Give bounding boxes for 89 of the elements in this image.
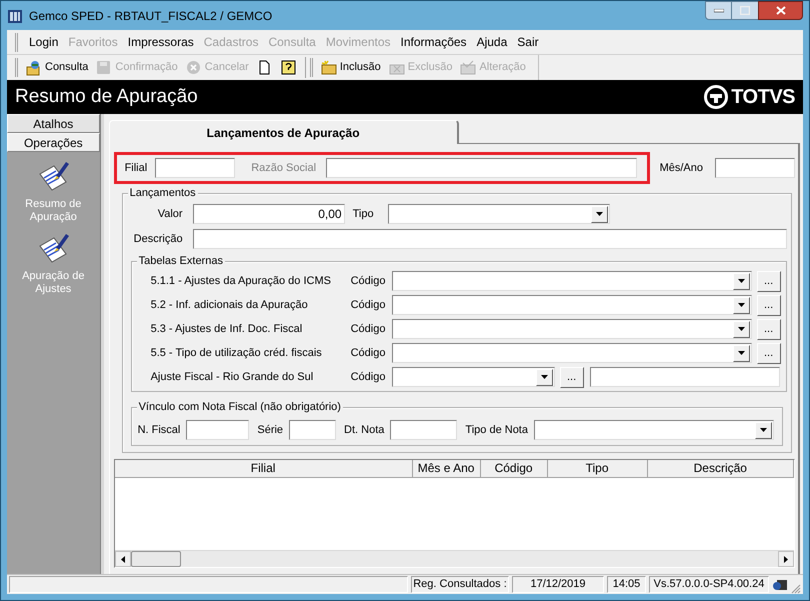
column-header[interactable]: Descrição <box>648 460 794 477</box>
globe-folder-icon <box>26 60 42 76</box>
field-label: N. Fiscal <box>138 422 180 438</box>
ellipsis-button[interactable]: ... <box>756 270 781 292</box>
text-field[interactable] <box>715 158 795 178</box>
sidebar-tab[interactable]: Atalhos <box>7 114 100 133</box>
status-field: Vs.57.0.0.0-SP4.00.24 <box>649 576 769 593</box>
text-field[interactable] <box>186 420 250 440</box>
field-label: Código <box>350 298 386 313</box>
text-field[interactable] <box>155 158 236 178</box>
dropdown-field[interactable] <box>388 204 610 224</box>
field-label: Razão Social <box>251 160 316 176</box>
folder-check-icon <box>460 60 476 76</box>
close-icon <box>776 6 786 15</box>
ellipsis-button[interactable]: ... <box>756 318 781 340</box>
column-header[interactable]: Filial <box>114 460 413 477</box>
menu-item[interactable]: Sair <box>512 33 544 51</box>
field-label: Tipo <box>352 206 374 222</box>
logo-icon <box>704 85 728 109</box>
field-label: Valor <box>156 206 183 222</box>
field-label: Filial <box>124 160 148 176</box>
dropdown-arrow-icon <box>738 279 745 283</box>
menu-item[interactable]: Informações <box>396 33 472 51</box>
dropdown-arrow-icon <box>738 351 745 355</box>
close-button[interactable] <box>758 1 803 20</box>
field-label: Descrição <box>132 232 183 247</box>
dropdown-field[interactable] <box>392 319 752 339</box>
text-field[interactable] <box>192 229 787 249</box>
minimize-button[interactable] <box>705 1 732 20</box>
field-label: Código <box>350 274 386 289</box>
help-icon <box>280 60 297 76</box>
toolbar-button[interactable]: Consulta <box>22 56 92 78</box>
text-field[interactable] <box>390 420 458 440</box>
ellipsis-button[interactable]: ... <box>560 366 584 388</box>
field-label: 5.3 - Ajustes de Inf. Doc. Fiscal <box>150 322 304 337</box>
amount-field[interactable]: 0,00 <box>192 204 345 224</box>
group-label: Vínculo com Nota Fiscal (não obrigatório) <box>136 400 343 414</box>
field-label: 5.1.1 - Ajustes da Apuração do ICMS <box>150 274 332 289</box>
field-label: Série <box>257 422 284 438</box>
ellipsis-button[interactable]: ... <box>756 294 781 316</box>
column-header[interactable]: Código <box>480 460 548 477</box>
status-field: 17/12/2019 <box>512 576 604 593</box>
tab[interactable]: Lançamentos de Apuração <box>108 120 459 144</box>
dropdown-arrow-icon <box>738 327 745 331</box>
field-label: 5.2 - Inf. adicionais da Apuração <box>150 298 309 313</box>
dropdown-field[interactable] <box>392 295 752 315</box>
left-arrow-icon <box>120 556 125 562</box>
dropdown-arrow-icon <box>540 375 548 379</box>
logo-text: TOTVS <box>731 85 795 110</box>
sidebar-tab[interactable]: Operações <box>7 133 100 152</box>
field-label: Código <box>350 322 386 337</box>
horizontal-scrollbar[interactable] <box>114 550 794 567</box>
app-icon <box>7 8 23 24</box>
menu-item[interactable]: Login <box>24 33 64 51</box>
dropdown-arrow-icon <box>738 303 745 307</box>
text-field[interactable] <box>289 420 336 440</box>
dropdown-arrow-icon <box>596 212 603 216</box>
status-field: Reg. Consultados : <box>411 576 509 593</box>
dropdown-field[interactable] <box>392 367 555 387</box>
ellipsis-button[interactable]: ... <box>756 342 781 364</box>
resize-grip-icon <box>791 584 801 594</box>
text-field[interactable] <box>590 367 780 387</box>
field-label: Dt. Nota <box>344 422 384 438</box>
group-label: Lançamentos <box>128 186 198 200</box>
field-label: 5.5 - Tipo de utilização créd. fiscais <box>150 346 323 361</box>
maximize-button[interactable] <box>732 1 758 20</box>
field-label: Código <box>350 346 386 361</box>
dropdown-field[interactable] <box>392 343 752 363</box>
page-title: Resumo de Apuração <box>15 84 198 109</box>
status-field: 14:05 <box>607 576 646 593</box>
field-label: Código <box>350 370 386 385</box>
minimize-icon <box>714 8 724 12</box>
right-arrow-icon <box>784 556 788 562</box>
field-label: Ajuste Fiscal - Rio Grande do Sul <box>150 370 314 385</box>
column-header[interactable]: Tipo <box>548 460 648 477</box>
toolbar-button[interactable]: Inclusão <box>316 56 385 78</box>
dropdown-field[interactable] <box>392 271 752 291</box>
dropdown-arrow-icon <box>760 428 767 432</box>
folder-star-icon <box>320 60 337 76</box>
window-title: Gemco SPED - RBTAUT_FISCAL2 / GEMCO <box>29 8 272 24</box>
dropdown-field[interactable] <box>534 420 774 440</box>
cancel-icon <box>186 60 202 76</box>
menu-item[interactable]: Impressoras <box>122 33 199 51</box>
field-label: Mês/Ano <box>660 160 703 176</box>
maximize-icon <box>740 6 750 15</box>
text-field[interactable] <box>326 158 638 178</box>
menu-item[interactable]: Ajuda <box>472 33 512 51</box>
column-header[interactable]: Mês e Ano <box>412 460 481 477</box>
field-label: Tipo de Nota <box>465 422 528 438</box>
